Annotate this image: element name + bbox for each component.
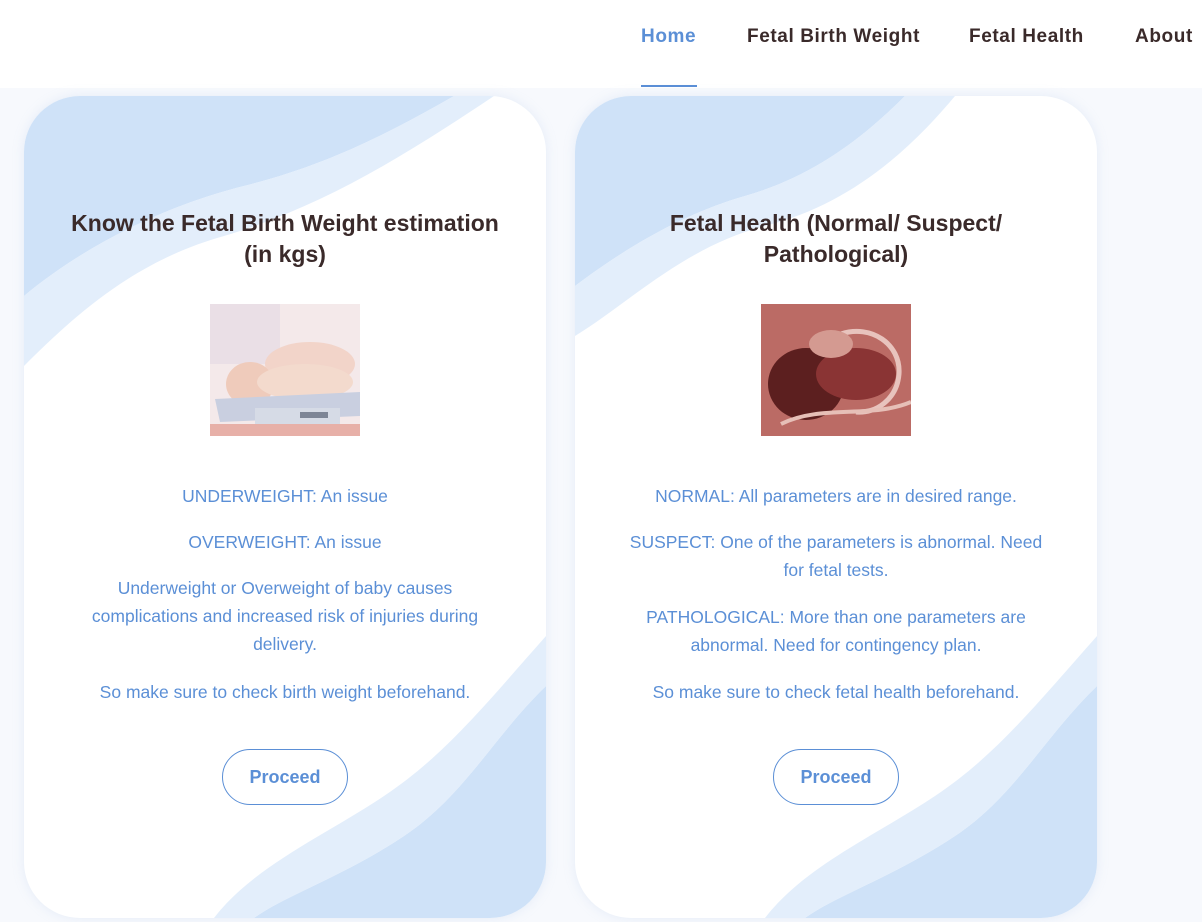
top-navigation: Home Fetal Birth Weight Fetal Health Abo… — [0, 0, 1202, 88]
nav-fetal-health[interactable]: Fetal Health — [969, 26, 1084, 48]
nav-fetal-birth-weight[interactable]: Fetal Birth Weight — [747, 26, 920, 48]
card-paragraph: So make sure to check birth weight befor… — [99, 682, 471, 702]
baby-on-scale-image — [210, 304, 360, 436]
nav-about[interactable]: About — [1135, 26, 1193, 48]
card-paragraph: So make sure to check fetal health befor… — [652, 682, 1020, 702]
nav-home[interactable]: Home — [641, 26, 696, 48]
card-paragraph: NORMAL: All parameters are in desired ra… — [655, 486, 1017, 506]
proceed-button-fetal-health[interactable]: Proceed — [773, 749, 899, 805]
fetus-in-womb-image — [761, 304, 911, 436]
card-title: Know the Fetal Birth Weight estimation (… — [71, 210, 499, 267]
card-paragraph: OVERWEIGHT: An issue — [188, 532, 382, 552]
fetal-health-card: Fetal Health (Normal/ Suspect/ Pathologi… — [575, 96, 1097, 918]
card-title: Fetal Health (Normal/ Suspect/ Pathologi… — [669, 210, 1003, 267]
card-paragraph: Underweight or Overweight of baby causes… — [91, 578, 479, 654]
card-paragraph: SUSPECT: One of the parameters is abnorm… — [629, 532, 1043, 580]
proceed-button-birth-weight[interactable]: Proceed — [222, 749, 348, 805]
page-body: Know the Fetal Birth Weight estimation (… — [0, 88, 1202, 922]
active-nav-indicator — [641, 85, 697, 87]
card-paragraph: PATHOLOGICAL: More than one parameters a… — [646, 607, 1026, 655]
birth-weight-card: Know the Fetal Birth Weight estimation (… — [24, 96, 546, 918]
card-paragraph: UNDERWEIGHT: An issue — [182, 486, 388, 506]
